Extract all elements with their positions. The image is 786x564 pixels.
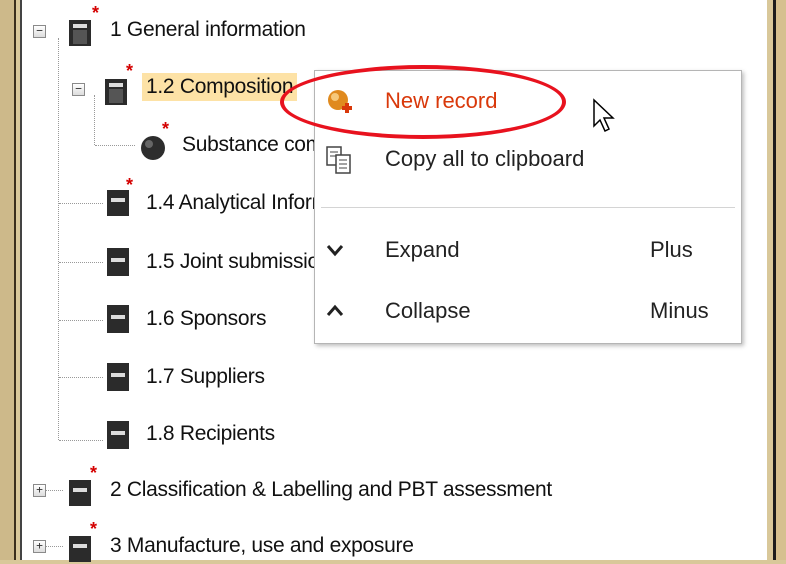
menu-shortcut: Plus <box>650 237 693 262</box>
tree-item-label: 1.2 Composition <box>142 73 298 101</box>
tree-item-recipients[interactable]: 1.8 Recipients <box>146 419 275 449</box>
collapse-toggle[interactable]: − <box>72 83 85 96</box>
tree-item-classification-labelling[interactable]: 2 Classification & Labelling and PBT ass… <box>110 475 552 505</box>
document-section-icon <box>107 421 129 449</box>
tree-panel: − * 1 General information − * 1.2 Compos… <box>20 0 767 562</box>
tree-connector <box>94 95 95 145</box>
tree-item-label: 1.6 Sponsors <box>146 307 267 330</box>
tree-item-label: 3 Manufacture, use and exposure <box>110 534 414 557</box>
tree-item-label: 2 Classification & Labelling and PBT ass… <box>110 478 552 501</box>
tree-connector <box>59 262 103 263</box>
menu-item-label: Expand <box>385 237 460 262</box>
chevron-up-icon <box>326 304 344 316</box>
chevron-down-icon <box>326 245 344 257</box>
tree-item-label: 1.7 Suppliers <box>146 365 265 388</box>
document-section-icon <box>107 363 129 391</box>
menu-separator <box>321 207 735 208</box>
collapse-toggle[interactable]: − <box>33 25 46 38</box>
expand-toggle[interactable]: + <box>33 540 46 553</box>
tree-item-label: 1.8 Recipients <box>146 422 275 445</box>
required-marker: * <box>162 119 170 139</box>
required-marker: * <box>126 61 134 81</box>
menu-item-copy-all-to-clipboard[interactable]: Copy all to clipboard <box>315 133 741 185</box>
menu-shortcut: Minus <box>650 298 709 323</box>
tree-item-suppliers[interactable]: 1.7 Suppliers <box>146 362 265 392</box>
highlight-ellipse <box>280 65 566 139</box>
tree-item-joint-submission[interactable]: 1.5 Joint submission <box>146 247 331 277</box>
tree-item-label: 1 General information <box>110 18 306 41</box>
menu-item-collapse[interactable]: Collapse Minus <box>315 285 741 337</box>
tree-connector <box>58 38 59 440</box>
tree-connector <box>59 377 103 378</box>
tree-connector <box>95 145 135 146</box>
required-marker: * <box>90 519 98 539</box>
window-frame-right <box>773 0 786 560</box>
menu-item-label: Copy all to clipboard <box>385 146 585 171</box>
mouse-cursor-icon <box>593 98 615 133</box>
document-section-icon <box>107 305 129 333</box>
tree-connector <box>43 546 63 547</box>
tree-connector <box>59 203 103 204</box>
tree-connector <box>59 440 103 441</box>
document-section-icon <box>107 248 129 276</box>
required-marker: * <box>126 175 134 195</box>
tree-connector <box>43 490 63 491</box>
expand-toggle[interactable]: + <box>33 484 46 497</box>
tree-item-composition[interactable]: 1.2 Composition <box>142 72 298 102</box>
clipboard-icon <box>326 146 351 174</box>
window-frame-left <box>0 0 16 560</box>
required-marker: * <box>92 3 100 23</box>
tree-item-general-information[interactable]: 1 General information <box>110 15 306 45</box>
tree-connector <box>59 320 103 321</box>
required-marker: * <box>90 463 98 483</box>
menu-item-label: Collapse <box>385 298 471 323</box>
tree-item-label: 1.5 Joint submission <box>146 250 331 273</box>
tree-item-sponsors[interactable]: 1.6 Sponsors <box>146 304 266 334</box>
menu-item-expand[interactable]: Expand Plus <box>315 224 741 276</box>
tree-item-manufacture-use-exposure[interactable]: 3 Manufacture, use and exposure <box>110 531 414 561</box>
